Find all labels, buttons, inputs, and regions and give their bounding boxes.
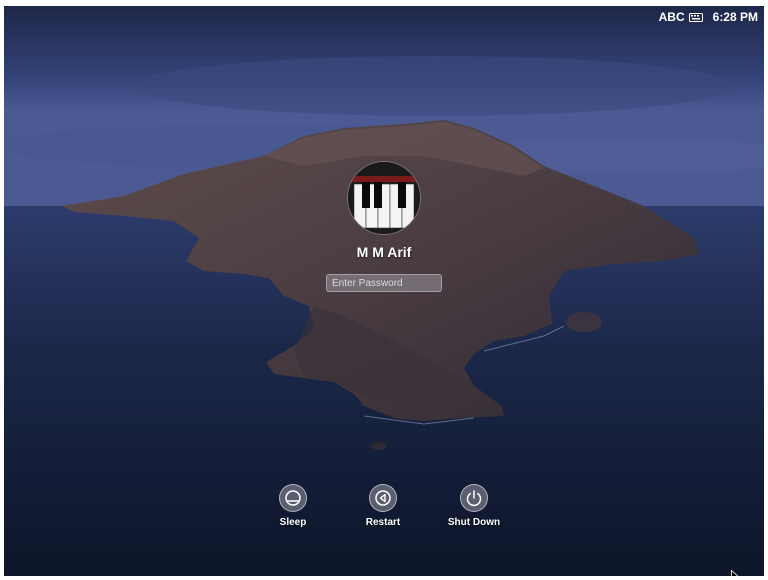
shut-down-label: Shut Down [447, 517, 501, 528]
power-icon [460, 484, 488, 512]
sleep-button[interactable]: Sleep [253, 484, 333, 528]
input-source-menu[interactable]: ABC [659, 10, 703, 24]
user-avatar[interactable] [348, 162, 420, 234]
login-screen: ABC 6:28 PM M M Arif Sleep Restart Shut … [4, 6, 764, 576]
menu-bar: ABC 6:28 PM [659, 10, 758, 24]
mouse-cursor-icon [731, 570, 739, 576]
login-panel: M M Arif [324, 162, 444, 292]
clock[interactable]: 6:28 PM [713, 10, 758, 24]
user-name: M M Arif [356, 244, 412, 260]
shut-down-button[interactable]: Shut Down [434, 484, 514, 528]
password-input[interactable] [326, 274, 442, 292]
restart-icon [369, 484, 397, 512]
keyboard-icon [688, 12, 703, 22]
piano-keys-avatar [348, 162, 420, 234]
sleep-label: Sleep [279, 517, 307, 528]
restart-button[interactable]: Restart [343, 484, 423, 528]
restart-label: Restart [365, 517, 401, 528]
input-source-label: ABC [658, 10, 685, 24]
power-options: Sleep Restart Shut Down [4, 484, 764, 544]
sleep-icon [279, 484, 307, 512]
